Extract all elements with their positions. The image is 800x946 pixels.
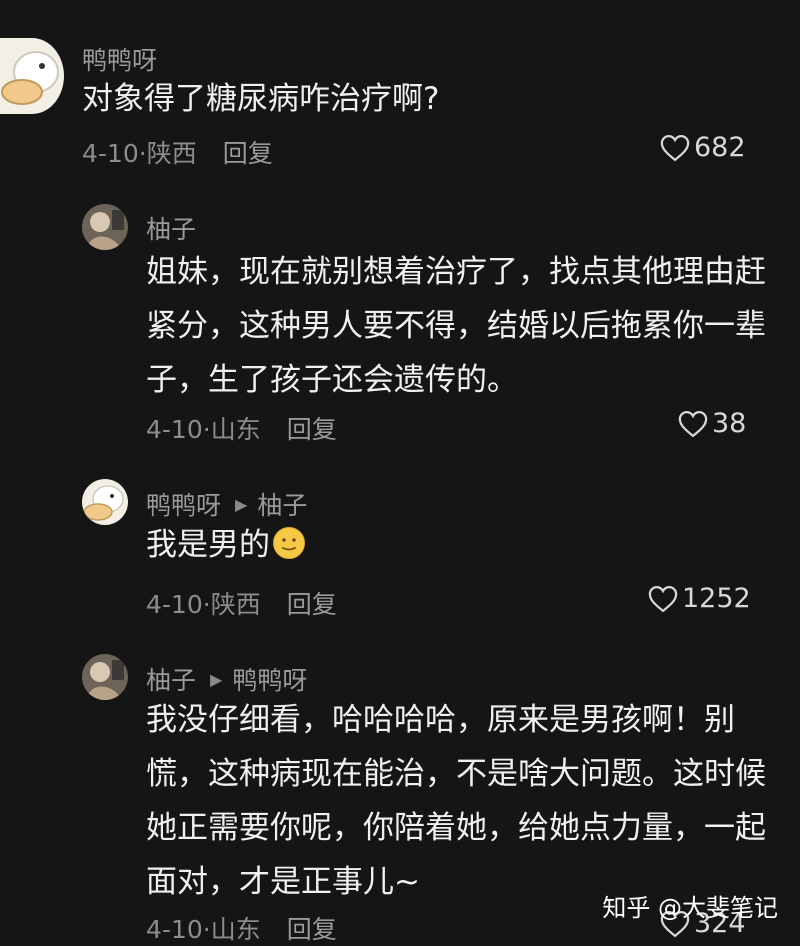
like-button[interactable]: 682 — [660, 132, 746, 163]
duck-avatar-icon — [0, 38, 64, 114]
comment-line: 我是男的 — [146, 518, 306, 572]
meta-separator: · — [138, 139, 147, 168]
user-avatar[interactable] — [82, 204, 128, 250]
like-count: 682 — [694, 132, 746, 163]
comment-line: 对象得了糖尿病咋治疗啊? — [82, 81, 440, 117]
comment-text: 我是男的 — [146, 518, 306, 572]
comment-line: 我没仔细看，哈哈哈哈，原来是男孩啊！别 — [146, 702, 735, 738]
comment-line: 紧分，这种男人要不得，结婚以后拖累你一辈 — [146, 308, 766, 344]
username-text[interactable]: 鸭鸭呀 — [146, 486, 221, 522]
comment-meta: 4-10·陕西 回复 — [146, 585, 337, 621]
comment-meta: 4-10·山东 回复 — [146, 410, 337, 446]
username[interactable]: 柚子 ▶ 鸭鸭呀 — [146, 661, 307, 697]
photo-avatar-icon — [82, 204, 128, 250]
like-button[interactable]: 38 — [678, 408, 746, 439]
comment-line: 姐妹，现在就别想着治疗了，找点其他理由赶 — [146, 254, 766, 290]
username[interactable]: 柚子 — [146, 210, 196, 246]
user-avatar[interactable] — [82, 479, 128, 525]
comment-line: 子，生了孩子还会遗传的。 — [146, 362, 518, 398]
comment-date: 4-10 — [146, 590, 203, 619]
comment-region: 山东 — [210, 915, 261, 944]
meta-separator: · — [202, 590, 211, 619]
comment-meta: 4-10·陕西 回复 — [82, 134, 273, 170]
reply-arrow-icon: ▶ — [210, 669, 223, 689]
comment-region: 陕西 — [210, 590, 261, 619]
heart-icon — [678, 410, 708, 437]
comment-region: 山东 — [210, 415, 261, 444]
comment-line-text: 我是男的 — [146, 527, 270, 563]
meta-separator: · — [202, 415, 211, 444]
comment-meta: 4-10·山东 回复 — [146, 910, 337, 946]
reply-button[interactable]: 回复 — [287, 915, 337, 944]
user-avatar[interactable] — [0, 38, 64, 114]
comment-date: 4-10 — [82, 139, 139, 168]
username[interactable]: 鸭鸭呀 ▶ 柚子 — [146, 486, 307, 522]
comment-text: 姐妹，现在就别想着治疗了，找点其他理由赶 紧分，这种男人要不得，结婚以后拖累你一… — [146, 245, 766, 407]
like-button[interactable]: 1252 — [648, 583, 751, 614]
like-count: 38 — [712, 408, 747, 439]
comment-date: 4-10 — [146, 915, 203, 944]
reply-button[interactable]: 回复 — [287, 590, 337, 619]
reply-target-username[interactable]: 鸭鸭呀 — [232, 661, 307, 697]
comment-region: 陕西 — [146, 139, 197, 168]
comment-text: 对象得了糖尿病咋治疗啊? — [82, 72, 439, 126]
duck-avatar-icon — [82, 479, 128, 525]
reply-target-username[interactable]: 柚子 — [257, 486, 307, 522]
photo-avatar-icon — [82, 654, 128, 700]
reply-button[interactable]: 回复 — [223, 139, 273, 168]
reply-arrow-icon: ▶ — [235, 494, 248, 514]
like-count: 1252 — [682, 583, 751, 614]
heart-icon — [648, 585, 678, 612]
smile-emoji-icon — [273, 527, 305, 559]
comment-date: 4-10 — [146, 415, 203, 444]
watermark: 知乎 @大斐笔记 — [602, 894, 778, 922]
heart-icon — [660, 134, 690, 161]
meta-separator: · — [202, 915, 211, 944]
user-avatar[interactable] — [82, 654, 128, 700]
username-text[interactable]: 柚子 — [146, 661, 196, 697]
comment-line: 她正需要你呢，你陪着她，给她点力量，一起 — [146, 810, 766, 846]
comment-line: 慌，这种病现在能治，不是啥大问题。这时候 — [146, 756, 766, 792]
comment-text: 我没仔细看，哈哈哈哈，原来是男孩啊！别 慌，这种病现在能治，不是啥大问题。这时候… — [146, 693, 766, 909]
username-text[interactable]: 柚子 — [146, 210, 196, 246]
reply-button[interactable]: 回复 — [287, 415, 337, 444]
